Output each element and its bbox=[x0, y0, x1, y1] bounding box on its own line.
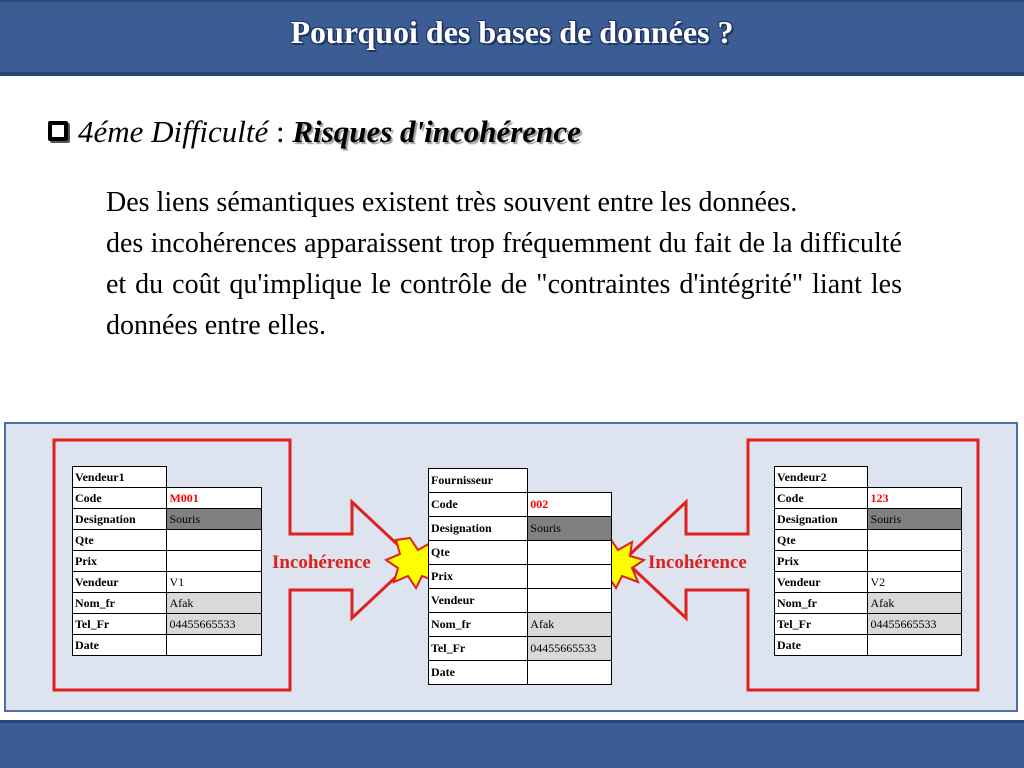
field-name: Code bbox=[427, 492, 529, 517]
field-value: V1 bbox=[166, 571, 262, 593]
table-row: Tel_Fr 04455665533 bbox=[427, 636, 612, 661]
table-row: Code 123 bbox=[773, 487, 962, 509]
table-row: Prix bbox=[427, 564, 612, 589]
body-text: Des liens sémantiques existent très souv… bbox=[106, 182, 902, 346]
field-value bbox=[867, 550, 962, 572]
paragraph-2: des incohérences apparaissent trop fréqu… bbox=[106, 228, 902, 341]
field-name: Tel_Fr bbox=[427, 636, 529, 661]
heading-prefix: 4éme Difficulté bbox=[78, 114, 269, 149]
table-row: Nom_fr Afak bbox=[773, 592, 962, 614]
field-value: 04455665533 bbox=[527, 636, 612, 661]
field-name: Prix bbox=[71, 550, 168, 572]
table-row: Prix bbox=[773, 550, 962, 572]
table-row: Vendeur bbox=[427, 588, 612, 613]
table-row: Date bbox=[427, 660, 612, 685]
table-vendeur2: Vendeur2 Code 123 Designation Souris Qte P… bbox=[773, 466, 962, 656]
table-title: Fournisseur bbox=[427, 468, 529, 493]
field-name: Nom_fr bbox=[71, 592, 168, 614]
field-name: Vendeur bbox=[773, 571, 869, 593]
table-row: Designation Souris bbox=[71, 508, 262, 530]
field-value: Souris bbox=[166, 508, 262, 530]
field-name: Prix bbox=[427, 564, 529, 589]
field-value bbox=[527, 540, 612, 565]
field-name: Vendeur bbox=[71, 571, 168, 593]
field-value: 123 bbox=[867, 487, 962, 509]
field-value: Afak bbox=[527, 612, 612, 637]
field-value bbox=[527, 564, 612, 589]
incoherence-label-right: Incohérence bbox=[648, 552, 747, 573]
table-row: Code 002 bbox=[427, 492, 612, 517]
field-name: Vendeur bbox=[427, 588, 529, 613]
field-name: Code bbox=[71, 487, 168, 509]
field-value: V2 bbox=[867, 571, 962, 593]
field-name: Qte bbox=[773, 529, 869, 551]
field-name: Designation bbox=[427, 516, 529, 541]
table-row: Qte bbox=[71, 529, 262, 551]
table-fournisseur: Fournisseur Code 002 Designation Souris Qt… bbox=[427, 468, 612, 685]
table-row: Vendeur V2 bbox=[773, 571, 962, 593]
table-row: Vendeur1 bbox=[71, 466, 262, 488]
table-row: Tel_Fr 04455665533 bbox=[773, 613, 962, 635]
incoherence-diagram: Incohérence Incohérence Vendeur1 Code M00… bbox=[4, 422, 1018, 712]
table-row: Fournisseur bbox=[427, 468, 612, 493]
table-row: Vendeur V1 bbox=[71, 571, 262, 593]
field-name: Nom_fr bbox=[773, 592, 869, 614]
field-value bbox=[867, 634, 962, 656]
table-row: Nom_fr Afak bbox=[71, 592, 262, 614]
paragraph-1: Des liens sémantiques existent très souv… bbox=[106, 187, 798, 218]
field-name: Date bbox=[71, 634, 168, 656]
field-value bbox=[166, 634, 262, 656]
table-row: Date bbox=[71, 634, 262, 656]
field-name: Designation bbox=[773, 508, 869, 530]
field-name: Tel_Fr bbox=[773, 613, 869, 635]
title-bar: Pourquoi des bases de données ? bbox=[0, 0, 1024, 76]
field-value bbox=[527, 660, 612, 685]
field-value: 04455665533 bbox=[867, 613, 962, 635]
field-value: 002 bbox=[527, 492, 612, 517]
field-name: Prix bbox=[773, 550, 869, 572]
table-vendeur1: Vendeur1 Code M001 Designation Souris Qte … bbox=[71, 466, 262, 656]
field-value bbox=[166, 550, 262, 572]
table-row: Tel_Fr 04455665533 bbox=[71, 613, 262, 635]
table-row: Designation Souris bbox=[773, 508, 962, 530]
field-name: Nom_fr bbox=[427, 612, 529, 637]
table-row: Nom_fr Afak bbox=[427, 612, 612, 637]
field-value bbox=[867, 529, 962, 551]
incoherence-label-left: Incohérence bbox=[272, 552, 371, 573]
field-value: M001 bbox=[166, 487, 262, 509]
field-value: Souris bbox=[867, 508, 962, 530]
slide-heading: 4éme Difficulté : Risques d'incohérence bbox=[48, 112, 581, 152]
field-name: Date bbox=[773, 634, 869, 656]
checkbox-bullet-icon bbox=[48, 120, 68, 141]
field-name: Tel_Fr bbox=[71, 613, 168, 635]
field-value: 04455665533 bbox=[166, 613, 262, 635]
field-value: Afak bbox=[867, 592, 962, 614]
heading-separator: : bbox=[268, 114, 293, 149]
table-row: Qte bbox=[773, 529, 962, 551]
field-name: Qte bbox=[427, 540, 529, 565]
table-title: Vendeur1 bbox=[71, 466, 168, 488]
field-name: Code bbox=[773, 487, 869, 509]
heading-emphasis: Risques d'incohérence bbox=[292, 114, 581, 149]
table-title: Vendeur2 bbox=[773, 466, 869, 488]
field-value: Afak bbox=[166, 592, 262, 614]
table-row: Designation Souris bbox=[427, 516, 612, 541]
field-name: Qte bbox=[71, 529, 168, 551]
field-value bbox=[527, 588, 612, 613]
table-row: Qte bbox=[427, 540, 612, 565]
field-value: Souris bbox=[527, 516, 612, 541]
field-value bbox=[166, 529, 262, 551]
slide-title: Pourquoi des bases de données ? bbox=[290, 14, 734, 50]
field-name: Date bbox=[427, 660, 529, 685]
table-row: Vendeur2 bbox=[773, 466, 962, 488]
field-name: Designation bbox=[71, 508, 168, 530]
table-row: Prix bbox=[71, 550, 262, 572]
table-row: Code M001 bbox=[71, 487, 262, 509]
table-row: Date bbox=[773, 634, 962, 656]
footer-bar bbox=[0, 720, 1024, 768]
